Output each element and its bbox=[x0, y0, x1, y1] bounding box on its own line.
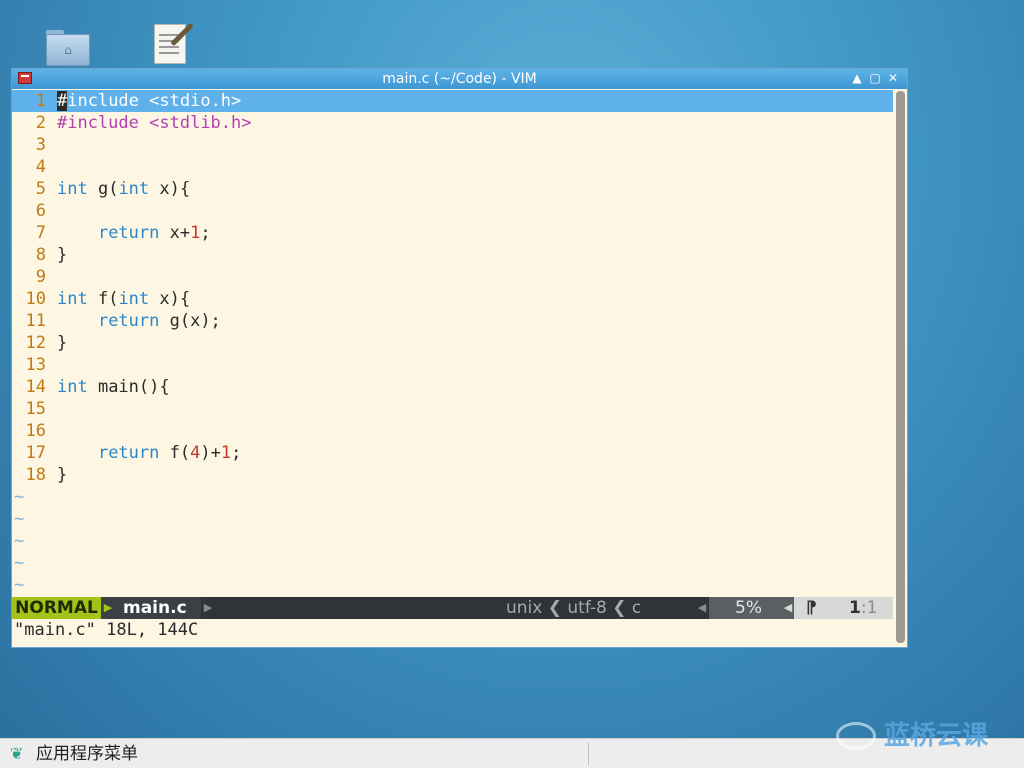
text-editor-icon[interactable] bbox=[150, 22, 198, 66]
line-number: 1 bbox=[35, 91, 46, 111]
code-line[interactable]: 17 return f(4)+1; bbox=[12, 442, 893, 464]
watermark-text: 蓝桥云课 bbox=[884, 721, 989, 751]
editor-buffer[interactable]: 1 #include <stdio.h> 2 #include <stdlib.h> 3… bbox=[12, 90, 893, 647]
line-code[interactable]: } bbox=[57, 332, 67, 354]
file-format-info: unix ❮ utf-8 ❮ c bbox=[506, 598, 642, 618]
tilde-marker: ~ bbox=[14, 575, 25, 595]
statusline: NORMAL ▶ main.c ▶ unix ❮ utf-8 ❮ c ◀ 5% … bbox=[12, 597, 893, 619]
line-code[interactable]: int g(int x){ bbox=[57, 178, 190, 200]
code-line[interactable]: 8} bbox=[12, 244, 893, 266]
app-menu-icon[interactable]: ❦ bbox=[10, 745, 26, 763]
code-line[interactable]: 2 #include <stdlib.h> bbox=[12, 112, 893, 134]
line-number: 18 bbox=[25, 465, 46, 485]
line-code[interactable]: return g(x); bbox=[57, 310, 221, 332]
empty-line-marker: ~ bbox=[12, 508, 893, 530]
home-folder-icon[interactable]: ⌂ bbox=[44, 24, 92, 68]
line-number: 16 bbox=[25, 421, 46, 441]
line-number: 7 bbox=[35, 223, 46, 243]
code-line[interactable]: 10 int f(int x){ bbox=[12, 288, 893, 310]
line-number: 2 bbox=[35, 113, 46, 133]
line-number: 5 bbox=[35, 179, 46, 199]
tilde-marker: ~ bbox=[14, 487, 25, 507]
code-line[interactable]: 13 bbox=[12, 354, 893, 376]
code-line[interactable]: 14 int main(){ bbox=[12, 376, 893, 398]
close-button[interactable]: ✕ bbox=[886, 70, 900, 87]
line-code[interactable]: } bbox=[57, 464, 67, 486]
line-number: 15 bbox=[25, 399, 46, 419]
code-line[interactable]: 4 bbox=[12, 156, 893, 178]
cursor-line: 1 bbox=[849, 598, 861, 618]
separator-arrow-left-icon: ◀ bbox=[782, 597, 794, 619]
code-line[interactable]: 18} bbox=[12, 464, 893, 486]
line-code[interactable]: #include <stdlib.h> bbox=[57, 112, 252, 134]
line-number: 12 bbox=[25, 333, 46, 353]
code-line[interactable]: 1 #include <stdio.h> bbox=[12, 90, 893, 112]
line-number: 8 bbox=[35, 245, 46, 265]
line-code[interactable]: return x+1; bbox=[57, 222, 211, 244]
empty-line-marker: ~ bbox=[12, 486, 893, 508]
line-code[interactable]: int f(int x){ bbox=[57, 288, 190, 310]
line-number: 3 bbox=[35, 135, 46, 155]
maximize-button[interactable]: ▢ bbox=[868, 70, 882, 87]
line-number: 14 bbox=[25, 377, 46, 397]
code-line[interactable]: 5 int g(int x){ bbox=[12, 178, 893, 200]
mode-indicator: NORMAL bbox=[12, 597, 101, 619]
code-line[interactable]: 7 return x+1; bbox=[12, 222, 893, 244]
code-line[interactable]: 16 bbox=[12, 420, 893, 442]
empty-line-marker: ~ bbox=[12, 552, 893, 574]
line-number: 11 bbox=[25, 311, 46, 331]
vim-window[interactable]: main.c (~/Code) - VIM ▲ ▢ ✕ 1 #include <s… bbox=[11, 68, 908, 648]
scroll-percent: 5% bbox=[709, 597, 782, 619]
tilde-marker: ~ bbox=[14, 553, 25, 573]
code-line[interactable]: 3 bbox=[12, 134, 893, 156]
minimize-button[interactable]: ▲ bbox=[850, 70, 864, 87]
separator-arrow-icon: ▶ bbox=[203, 601, 213, 614]
applications-menu-button[interactable]: 应用程序菜单 bbox=[36, 743, 138, 765]
line-code[interactable]: return f(4)+1; bbox=[57, 442, 241, 464]
separator-arrow-left-icon: ◀ bbox=[697, 601, 707, 614]
empty-line-marker: ~ bbox=[12, 530, 893, 552]
text-cursor: # bbox=[57, 91, 68, 111]
line-code[interactable]: int main(){ bbox=[57, 376, 170, 398]
watermark: 蓝桥云课 bbox=[836, 720, 1016, 752]
empty-line-marker: ~ bbox=[12, 574, 893, 596]
tilde-marker: ~ bbox=[14, 509, 25, 529]
cursor-col: :1 bbox=[860, 598, 878, 618]
line-code[interactable]: } bbox=[57, 244, 67, 266]
line-number: 17 bbox=[25, 443, 46, 463]
watermark-logo-icon bbox=[836, 722, 876, 750]
line-number: 6 bbox=[35, 201, 46, 221]
code-line[interactable]: 6 bbox=[12, 200, 893, 222]
line-number: 9 bbox=[35, 267, 46, 287]
code-line[interactable]: 12} bbox=[12, 332, 893, 354]
line-code[interactable]: #include <stdio.h> bbox=[57, 90, 241, 112]
vertical-scrollbar[interactable] bbox=[896, 91, 905, 643]
line-number: 4 bbox=[35, 157, 46, 177]
code-line[interactable]: 9 bbox=[12, 266, 893, 288]
taskbar-divider bbox=[588, 743, 589, 765]
line-number: 13 bbox=[25, 355, 46, 375]
window-titlebar[interactable]: main.c (~/Code) - VIM ▲ ▢ ✕ bbox=[12, 69, 907, 89]
status-filename: main.c bbox=[115, 597, 201, 619]
line-number-icon: ⁋ bbox=[806, 598, 817, 618]
code-line[interactable]: 15 bbox=[12, 398, 893, 420]
code-line[interactable]: 11 return g(x); bbox=[12, 310, 893, 332]
tilde-marker: ~ bbox=[14, 531, 25, 551]
cursor-position: ⁋ 1:1 bbox=[794, 597, 893, 619]
window-title: main.c (~/Code) - VIM bbox=[382, 71, 537, 87]
separator-arrow-icon: ▶ bbox=[101, 597, 115, 619]
line-number: 10 bbox=[25, 289, 46, 309]
command-message: "main.c" 18L, 144C bbox=[14, 620, 199, 640]
scrollbar-thumb[interactable] bbox=[896, 91, 905, 643]
